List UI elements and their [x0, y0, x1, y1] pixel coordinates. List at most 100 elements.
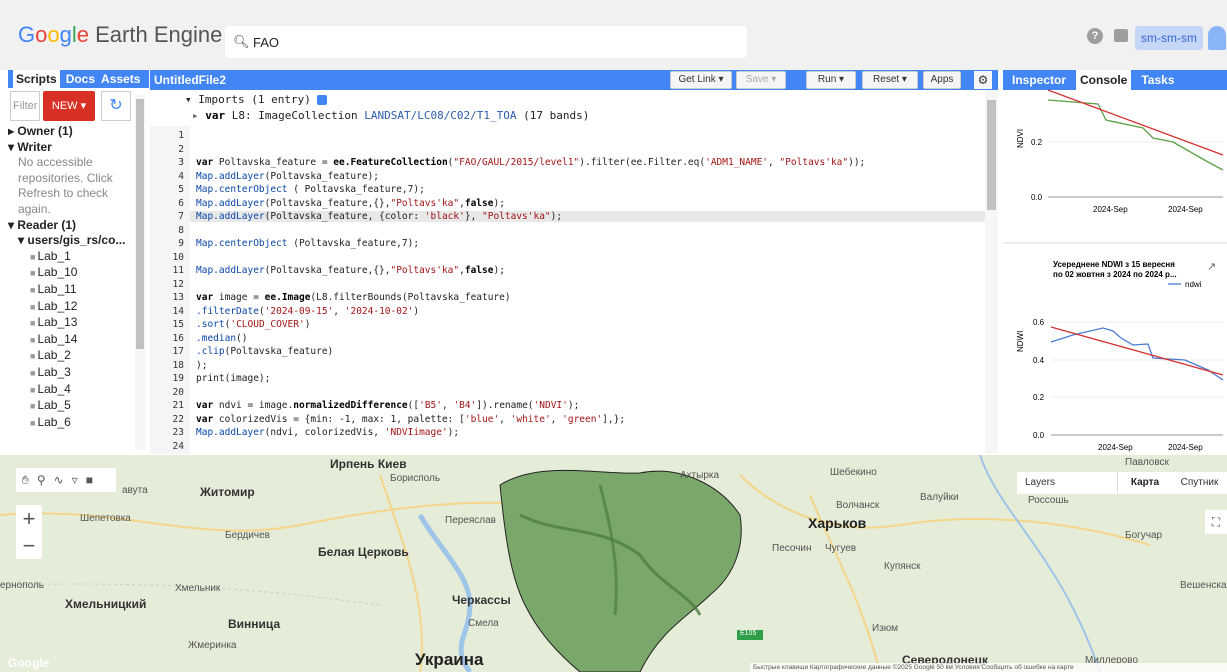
- map-label: Хмельник: [175, 583, 221, 594]
- map-label: Черкассы: [452, 593, 511, 607]
- line-number: 9: [178, 238, 184, 249]
- console-charts: NDVI 0.2 0.0 2024-Sep 2024-Sep Усереднен…: [1003, 89, 1227, 452]
- open-external-icon[interactable]: ↗: [1207, 261, 1216, 273]
- map-label: Вешенская: [1180, 580, 1227, 591]
- filter-input[interactable]: Filter: [10, 91, 40, 121]
- script-file[interactable]: Lab_12: [8, 299, 143, 316]
- apps-button[interactable]: Apps: [923, 71, 961, 89]
- imports-panel[interactable]: ▾ Imports (1 entry) ▸ var L8: ImageColle…: [150, 90, 998, 126]
- script-file[interactable]: Lab_4: [8, 382, 143, 399]
- code-line[interactable]: var image = ee.Image(L8.filterBounds(Pol…: [196, 292, 511, 303]
- code-line[interactable]: var ndvi = image.normalizedDifference(['…: [196, 400, 579, 411]
- marker-icon[interactable]: ⚲: [37, 473, 46, 487]
- tab-assets[interactable]: Assets: [101, 72, 140, 86]
- chart1-xtick: 2024-Sep: [1168, 205, 1203, 214]
- line-icon[interactable]: ∿: [54, 473, 64, 487]
- tree-node[interactable]: ▸ Owner (1): [8, 124, 143, 140]
- code-editor[interactable]: 1 2 3 var Poltavska_feature = ee.FeatureCol…: [150, 126, 985, 454]
- run-button[interactable]: Run ▾: [806, 71, 856, 89]
- code-line[interactable]: Map.addLayer(ndvi, colorizedVis, 'NDVIim…: [196, 427, 459, 438]
- tab-inspector[interactable]: Inspector: [1012, 73, 1066, 87]
- file-name[interactable]: UntitledFile2: [154, 70, 226, 90]
- code-line[interactable]: var colorizedVis = {min: -1, max: 1, pal…: [196, 414, 625, 425]
- script-file[interactable]: Lab_10: [8, 265, 143, 282]
- code-line[interactable]: Map.addLayer(Poltavska_feature, {color: …: [196, 211, 562, 222]
- code-line[interactable]: Map.centerObject (Poltavska_feature,7);: [196, 238, 419, 249]
- poltava-region-polygon[interactable]: [499, 469, 742, 672]
- imports-icon[interactable]: [317, 95, 328, 105]
- map-attribution[interactable]: Быстрые клавиши Картографические данные …: [750, 663, 1227, 672]
- reset-button[interactable]: Reset ▾: [862, 71, 918, 89]
- zoom-in-button[interactable]: +: [16, 505, 42, 532]
- right-tabs: Inspector Console Tasks: [1003, 70, 1227, 90]
- script-file[interactable]: Lab_11: [8, 282, 143, 299]
- fullscreen-icon[interactable]: ⛶: [1205, 510, 1227, 534]
- imports-header: Imports (1 entry): [198, 93, 311, 106]
- map-label: авута: [122, 485, 148, 496]
- app-logo[interactable]: Google Earth Engine: [18, 22, 222, 48]
- script-file[interactable]: Lab_3: [8, 365, 143, 382]
- map-label: Винница: [228, 617, 281, 631]
- gear-icon[interactable]: ⚙: [974, 71, 992, 89]
- new-button[interactable]: NEW ▾: [43, 91, 95, 121]
- code-line[interactable]: Map.addLayer(Poltavska_feature,{},"Polta…: [196, 198, 505, 209]
- line-number: 4: [178, 170, 184, 182]
- rectangle-icon[interactable]: ■: [86, 473, 93, 487]
- tab-docs[interactable]: Docs: [66, 72, 95, 86]
- get-link-button[interactable]: Get Link ▾: [670, 71, 732, 89]
- expand-icon[interactable]: ▸: [192, 109, 205, 122]
- code-line[interactable]: var Poltavska_feature = ee.FeatureCollec…: [196, 157, 865, 168]
- layers-button[interactable]: Layers: [1017, 472, 1117, 494]
- refresh-icon[interactable]: ↻: [101, 91, 131, 121]
- tab-console[interactable]: Console: [1076, 70, 1132, 90]
- chart2-xtick: 2024-Sep: [1168, 443, 1203, 452]
- code-line[interactable]: Map.addLayer(Poltavska_feature,{},"Polta…: [196, 265, 505, 276]
- map-label: Ирпень Киев: [330, 457, 407, 471]
- tree-node[interactable]: ▾ Writer: [8, 140, 143, 156]
- avatar[interactable]: [1208, 26, 1226, 50]
- map-type-map[interactable]: Карта: [1117, 472, 1172, 494]
- editor-scrollbar[interactable]: [985, 90, 998, 453]
- scrollbar[interactable]: [135, 95, 145, 450]
- account-button[interactable]: sm-sm-sm: [1135, 26, 1203, 50]
- code-line[interactable]: Map.centerObject ( Poltavska_feature,7);: [196, 184, 425, 195]
- import-var[interactable]: L8: [232, 109, 245, 122]
- code-line[interactable]: print(image);: [196, 373, 270, 384]
- feedback-icon[interactable]: [1114, 29, 1128, 42]
- code-line[interactable]: .clip(Poltavska_feature): [196, 346, 333, 357]
- script-file[interactable]: Lab_2: [8, 348, 143, 365]
- script-file[interactable]: Lab_5: [8, 398, 143, 415]
- tree-node[interactable]: ▾ users/gis_rs/co...: [8, 233, 143, 249]
- chart1-xtick: 2024-Sep: [1093, 205, 1128, 214]
- script-file[interactable]: Lab_1: [8, 249, 143, 266]
- tab-scripts[interactable]: Scripts: [13, 70, 60, 88]
- code-line[interactable]: Map.addLayer(Poltavska_feature);: [196, 171, 379, 182]
- line-number: 23: [172, 427, 184, 438]
- polygon-icon[interactable]: ▿: [72, 473, 78, 487]
- chart1-ytick: 0.2: [1031, 138, 1043, 147]
- save-button[interactable]: Save ▾: [736, 71, 786, 89]
- script-file[interactable]: Lab_13: [8, 315, 143, 332]
- search-input[interactable]: 🔍︎ FAO: [225, 26, 747, 58]
- code-line[interactable]: .filterDate('2024-09-15', '2024-10-02'): [196, 306, 419, 317]
- map-label: Смела: [468, 618, 499, 629]
- code-line[interactable]: );: [196, 360, 207, 371]
- tree-node[interactable]: ▾ Reader (1): [8, 218, 143, 234]
- help-icon[interactable]: ?: [1087, 28, 1103, 44]
- map-label: Ахтырка: [680, 470, 720, 481]
- code-line[interactable]: .median(): [196, 333, 248, 344]
- line-number: 1: [178, 130, 184, 141]
- tab-tasks[interactable]: Tasks: [1141, 73, 1174, 87]
- map-label: Шепетовка: [80, 513, 131, 524]
- script-file[interactable]: Lab_6: [8, 415, 143, 432]
- chart2-trend-red: [1050, 326, 1224, 376]
- map-label: Изюм: [872, 623, 899, 634]
- code-line[interactable]: .sort('CLOUD_COVER'): [196, 319, 310, 330]
- zoom-out-button[interactable]: −: [16, 532, 42, 559]
- hand-icon[interactable]: ✋︎: [22, 473, 29, 488]
- collapse-icon[interactable]: ▾: [185, 93, 198, 106]
- map-type-satellite[interactable]: Спутник: [1172, 472, 1227, 494]
- map-label: Бердичев: [225, 530, 270, 541]
- map-label: Россошь: [1028, 495, 1069, 506]
- script-file[interactable]: Lab_14: [8, 332, 143, 349]
